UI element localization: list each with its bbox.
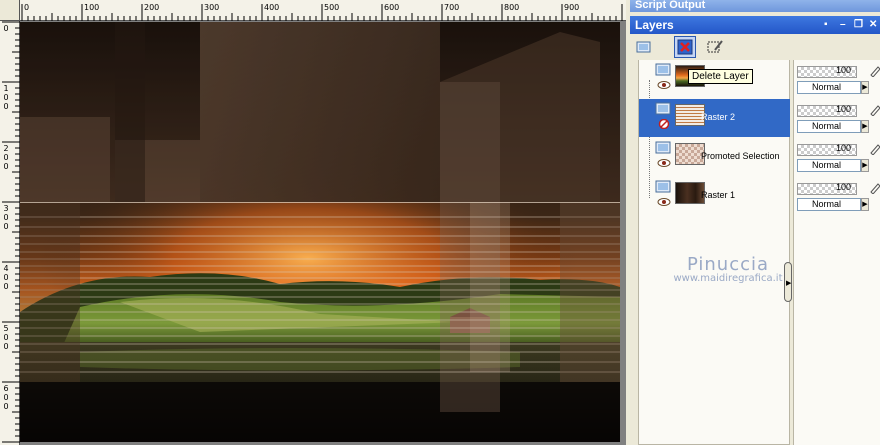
- edit-selection-button[interactable]: [704, 36, 726, 58]
- blend-mode-select[interactable]: Normal: [797, 198, 861, 211]
- blend-dropdown-arrow-icon[interactable]: ▶: [861, 198, 869, 211]
- ruler-label: 0: [3, 282, 9, 291]
- layer-row-1[interactable]: Raster 2: [639, 99, 790, 137]
- opacity-value: 100: [836, 182, 852, 192]
- ruler-label: 400: [264, 3, 280, 12]
- layer-name: Raster 2: [701, 112, 736, 122]
- image-scene: [20, 22, 620, 442]
- ruler-label: 300: [204, 3, 220, 12]
- raster-layer-icon: [655, 141, 671, 154]
- close-icon[interactable]: ✕: [869, 16, 877, 34]
- ruler-label: 0: [3, 162, 9, 171]
- script-output-title: Script Output: [635, 0, 706, 11]
- layers-title: Layers: [635, 18, 674, 32]
- blend-dropdown-arrow-icon[interactable]: ▶: [861, 159, 869, 172]
- ruler-label: 0: [3, 213, 9, 222]
- pin-icon[interactable]: ▪: [824, 16, 828, 34]
- ruler-label: 2: [3, 144, 9, 153]
- ruler-corner: [0, 0, 20, 21]
- ruler-label: 0: [3, 402, 9, 411]
- layer-properties-row: 100 Normal ▶: [796, 180, 880, 218]
- blend-dropdown-arrow-icon[interactable]: ▶: [861, 81, 869, 94]
- edit-pen-icon[interactable]: [869, 182, 880, 194]
- raster-layer-icon: [655, 180, 671, 193]
- raster-layer-icon: [655, 63, 671, 76]
- delete-layer-tooltip: Delete Layer: [688, 69, 753, 84]
- ruler-label: 0: [3, 393, 9, 402]
- opacity-value: 100: [836, 143, 852, 153]
- ruler-label: 5: [3, 324, 9, 333]
- raster-layer-icon: [655, 102, 671, 115]
- opacity-value: 100: [836, 104, 852, 114]
- vertical-ruler: 0100200300400500600: [0, 21, 20, 445]
- panel-splitter[interactable]: ▶: [784, 262, 792, 302]
- ruler-label: 3: [3, 204, 9, 213]
- ruler-label: 1: [3, 84, 9, 93]
- visibility-eye-icon[interactable]: [657, 80, 671, 90]
- layers-palette-titlebar[interactable]: Layers ▪ – ❐ ✕: [630, 16, 880, 34]
- blend-dropdown-arrow-icon[interactable]: ▶: [861, 120, 869, 133]
- layer-name: Promoted Selection: [701, 151, 780, 161]
- layer-list[interactable]: Raster 2 Promoted Selection Raster 1: [638, 60, 790, 445]
- ruler-label: 0: [3, 273, 9, 282]
- ruler-label: 6: [3, 384, 9, 393]
- minimize-icon[interactable]: –: [840, 16, 846, 34]
- ruler-label: 800: [504, 3, 520, 12]
- watermark-url: www.maidiregrafica.it: [673, 273, 783, 284]
- psp-window: 0 100 200 300 400 500 600 700 800 900 01002003004…: [0, 0, 880, 445]
- ruler-label: 900: [564, 3, 580, 12]
- layer-row-3[interactable]: Raster 1: [639, 177, 790, 215]
- edit-pen-icon[interactable]: [869, 104, 880, 116]
- watermark-name: Pinuccia: [686, 254, 770, 275]
- layer-properties-row: 100 Normal ▶: [796, 141, 880, 179]
- watermark: Pinuccia www.maidiregrafica.it: [668, 254, 788, 284]
- delete-layer-icon: [677, 39, 693, 55]
- splitter-arrow-icon: ▶: [786, 280, 792, 287]
- layers-palette-body: Raster 2 Promoted Selection Raster 1 100…: [630, 60, 880, 445]
- horizontal-ruler: 0 100 200 300 400 500 600 700 800 900: [0, 0, 626, 21]
- ruler-label: 0: [3, 93, 9, 102]
- ruler-label: 0: [3, 153, 9, 162]
- ruler-label: 0: [3, 222, 9, 231]
- edit-pen-icon[interactable]: [869, 65, 880, 77]
- layer-properties-row: 100 Normal ▶: [796, 63, 880, 101]
- edit-selection-icon: [707, 40, 723, 53]
- ruler-label: 600: [384, 3, 400, 12]
- restore-icon[interactable]: ❐: [854, 16, 863, 34]
- delete-layer-button[interactable]: [674, 36, 696, 58]
- blend-mode-select[interactable]: Normal: [797, 159, 861, 172]
- ruler-label: 700: [444, 3, 460, 12]
- ruler-label: 0: [24, 3, 30, 12]
- layer-row-2[interactable]: Promoted Selection: [639, 138, 790, 176]
- ruler-label: 0: [3, 342, 9, 351]
- script-output-bar[interactable]: Script Output: [630, 0, 880, 12]
- ruler-label: 4: [3, 264, 9, 273]
- ruler-label: 0: [3, 333, 9, 342]
- ruler-label: 500: [324, 3, 340, 12]
- new-layer-icon: [636, 41, 651, 53]
- opacity-value: 100: [836, 65, 852, 75]
- layer-properties-list: 100 Normal ▶ 100 Normal ▶ 100 Normal ▶ 1…: [793, 60, 880, 445]
- layers-toolbar: [630, 34, 880, 60]
- ruler-label: 100: [84, 3, 100, 12]
- new-layer-button[interactable]: [633, 36, 655, 58]
- blend-mode-select[interactable]: Normal: [797, 81, 861, 94]
- ruler-label: 200: [144, 3, 160, 12]
- blend-mode-select[interactable]: Normal: [797, 120, 861, 133]
- image-canvas[interactable]: [20, 22, 620, 442]
- hidden-visibility-icon[interactable]: [657, 119, 671, 129]
- ruler-label: 0: [3, 24, 9, 33]
- layer-name: Raster 1: [701, 190, 736, 200]
- visibility-eye-icon[interactable]: [657, 197, 671, 207]
- layer-properties-row: 100 Normal ▶: [796, 102, 880, 140]
- visibility-eye-icon[interactable]: [657, 158, 671, 168]
- edit-pen-icon[interactable]: [869, 143, 880, 155]
- ruler-label: 0: [3, 102, 9, 111]
